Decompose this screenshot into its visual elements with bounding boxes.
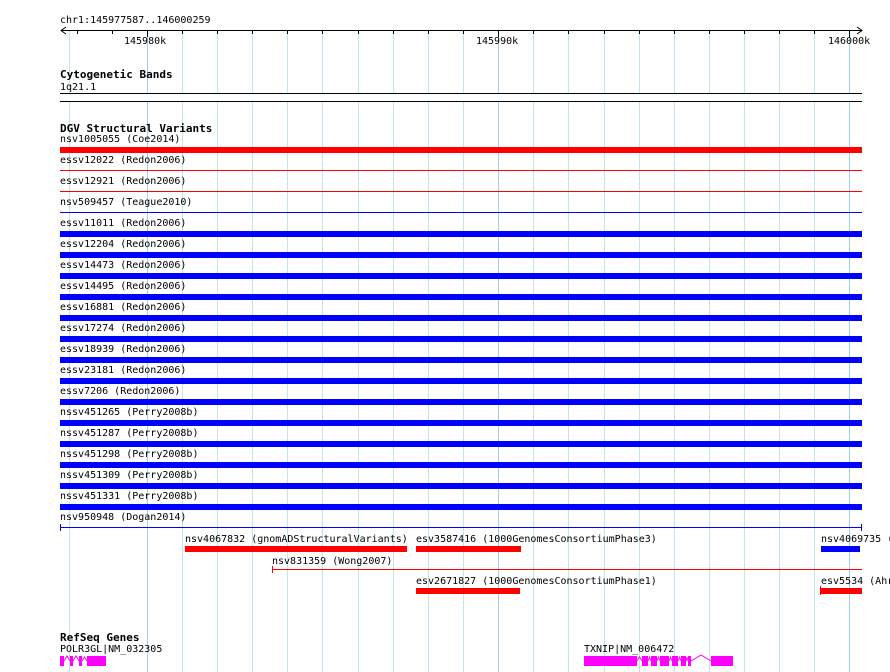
exon (642, 656, 648, 666)
gene-models (60, 654, 733, 666)
genome-browser-view: chr1:145977587..146000259 145980k 145990… (0, 0, 890, 672)
exon (70, 656, 73, 666)
gene-model-polr3gl (60, 655, 106, 666)
exon (87, 656, 106, 666)
intron (685, 656, 689, 662)
intron (636, 656, 643, 662)
exon (60, 656, 64, 666)
exon (79, 656, 82, 666)
intron (668, 655, 673, 662)
exon (672, 656, 678, 666)
intron (647, 655, 652, 662)
gene-model-txnip (584, 654, 733, 666)
intron (63, 655, 71, 662)
intron (656, 655, 661, 662)
intron (81, 656, 88, 662)
intron (690, 654, 712, 662)
exon (651, 656, 657, 666)
exon (711, 656, 733, 666)
exon (681, 656, 686, 666)
exon (584, 656, 637, 666)
intron (72, 655, 80, 662)
exon (660, 656, 669, 666)
exon (688, 656, 691, 666)
intron (677, 655, 682, 662)
